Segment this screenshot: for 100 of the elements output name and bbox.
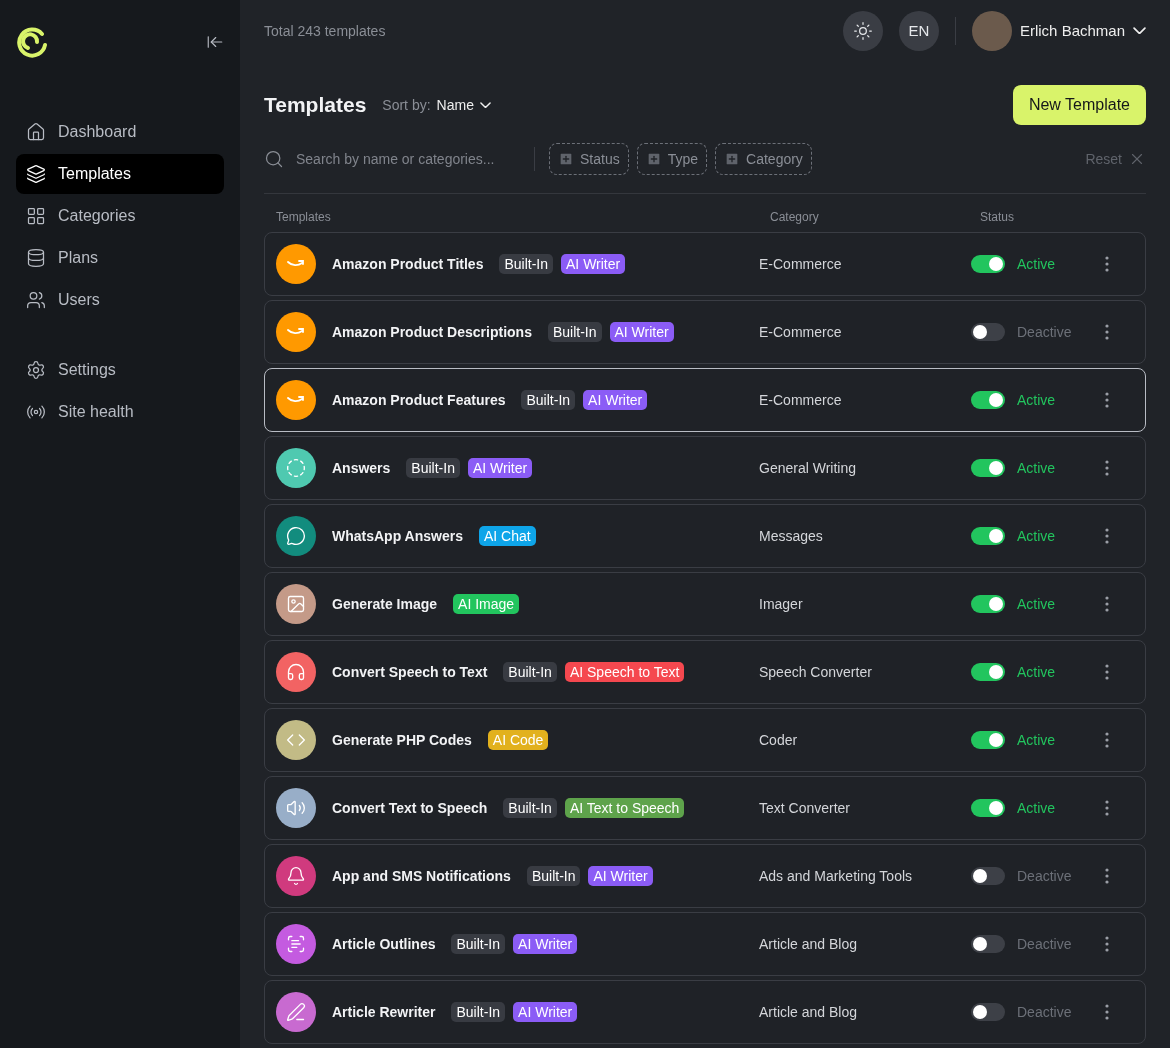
search-icon (264, 149, 284, 170)
template-row[interactable]: Generate PHP Codes AI Code Coder Active (264, 708, 1146, 772)
template-row[interactable]: App and SMS Notifications Built-In AI Writer Ads and Marketing Tools Deactive (264, 844, 1146, 908)
new-template-button[interactable]: New Template (1012, 85, 1146, 126)
status-text: Deactive (1017, 324, 1072, 340)
tag: Built-In (547, 322, 602, 342)
more-icon (1105, 664, 1109, 680)
more-icon (1105, 800, 1109, 816)
more-icon (1105, 936, 1109, 952)
template-name: Article Rewriter (332, 1004, 436, 1020)
template-row[interactable]: Article Rewriter Built-In AI Writer Article and Blog Deactive (264, 980, 1146, 1044)
text-scan-icon (286, 934, 306, 954)
tag: AI Writer (583, 390, 648, 410)
image-icon (286, 594, 306, 614)
sidebar-item[interactable]: Site health (16, 392, 224, 432)
status-toggle[interactable] (971, 799, 1005, 817)
status-toggle[interactable] (971, 663, 1005, 681)
tag: AI Writer (588, 866, 653, 886)
category-text: E-Commerce (759, 256, 843, 272)
more-icon (1105, 460, 1109, 476)
status-text: Active (1017, 528, 1056, 544)
tag: Built-In (503, 662, 557, 682)
category-text: E-Commerce (759, 324, 843, 340)
tag: Built-In (451, 1002, 506, 1022)
template-row[interactable]: Article Outlines Built-In AI Writer Article and Blog Deactive (264, 912, 1146, 976)
user-menu[interactable]: Erlich Bachman (971, 10, 1146, 51)
more-icon (1105, 528, 1109, 544)
tag: AI Writer (513, 934, 578, 954)
template-name: Convert Speech to Text (332, 664, 488, 680)
template-name: Article Outlines (332, 936, 436, 952)
template-name: App and SMS Notifications (332, 868, 511, 884)
tag: Built-In (526, 866, 581, 886)
status-toggle[interactable] (971, 1003, 1005, 1021)
sidebar-item[interactable]: Dashboard (16, 112, 224, 152)
status-toggle[interactable] (971, 323, 1005, 341)
filter-chip[interactable]: Type (636, 143, 708, 176)
tag: AI Speech to Text (564, 662, 685, 682)
status-toggle[interactable] (971, 255, 1005, 273)
plus-icon (645, 151, 662, 168)
sidebar-item[interactable]: Users (16, 280, 224, 320)
template-name: Amazon Product Titles (332, 256, 484, 272)
template-row[interactable]: Amazon Product Descriptions Built-In AI Writer E-Commerce Deactive (264, 300, 1146, 364)
sort-dropdown[interactable]: Name (436, 97, 491, 114)
status-toggle[interactable] (971, 391, 1005, 409)
sidebar-item[interactable]: Plans (16, 238, 224, 278)
template-row[interactable]: WhatsApp Answers AI Chat Messages Active (264, 504, 1146, 568)
status-toggle[interactable] (971, 935, 1005, 953)
status-toggle[interactable] (971, 595, 1005, 613)
sidebar-item[interactable]: Settings (16, 350, 224, 390)
search-field[interactable]: Search by name or categories... (264, 149, 526, 170)
status-toggle[interactable] (971, 459, 1005, 477)
template-count: Total 243 templates (264, 22, 387, 39)
status-text: Active (1017, 392, 1056, 408)
home-icon (26, 122, 46, 142)
template-name: Convert Text to Speech (332, 800, 488, 816)
status-toggle[interactable] (971, 867, 1005, 885)
swirl-logo (16, 26, 48, 58)
filter-chip[interactable]: Category (715, 143, 812, 176)
tag: AI Image (453, 594, 520, 614)
smile-arrow-icon (286, 327, 306, 337)
chat-bubble-icon (286, 526, 306, 546)
category-text: Article and Blog (759, 936, 859, 952)
status-text: Deactive (1017, 868, 1072, 884)
tag: AI Text to Speech (564, 798, 685, 818)
template-name: WhatsApp Answers (332, 528, 463, 544)
tag: Built-In (451, 934, 506, 954)
status-toggle[interactable] (971, 527, 1005, 545)
more-icon (1105, 596, 1109, 612)
template-row[interactable]: Amazon Product Features Built-In AI Writer E-Commerce Active (264, 368, 1146, 432)
status-toggle[interactable] (971, 731, 1005, 749)
category-text: Coder (759, 732, 799, 748)
more-icon (1105, 732, 1109, 748)
template-row[interactable]: Amazon Product Titles Built-In AI Writer E-Commerce Active (264, 232, 1146, 296)
template-row[interactable]: Convert Speech to Text Built-In AI Speech to Text Speech Converter Active (264, 640, 1146, 704)
language-button[interactable]: EN (898, 10, 939, 51)
template-row[interactable]: Generate Image AI Image Imager Active (264, 572, 1146, 636)
more-icon (1105, 256, 1109, 272)
sidebar-item[interactable]: Templates (16, 154, 224, 194)
sidebar-item[interactable]: Categories (16, 196, 224, 236)
pen-icon (286, 1002, 306, 1022)
filter-chip[interactable]: Status (549, 143, 629, 176)
category-text: Imager (759, 596, 804, 612)
status-text: Deactive (1017, 936, 1072, 952)
status-text: Active (1017, 460, 1056, 476)
template-name: Amazon Product Features (332, 392, 506, 408)
status-text: Active (1017, 664, 1056, 680)
template-row[interactable]: Convert Text to Speech Built-In AI Text to Speech Text Converter Active (264, 776, 1146, 840)
plus-icon (724, 151, 741, 168)
more-icon (1105, 392, 1109, 408)
dashed-circle-icon (286, 458, 306, 478)
template-name: Generate PHP Codes (332, 732, 472, 748)
column-header: Category (770, 210, 820, 224)
users-icon (26, 290, 46, 310)
template-row[interactable]: Answers Built-In AI Writer General Writing Active (264, 436, 1146, 500)
category-text: Text Converter (759, 800, 852, 816)
tag: Built-In (406, 458, 460, 478)
smile-arrow-icon (286, 395, 306, 405)
status-text: Deactive (1017, 1004, 1072, 1020)
status-text: Active (1017, 256, 1056, 272)
collapse-sidebar-icon[interactable] (206, 33, 224, 51)
